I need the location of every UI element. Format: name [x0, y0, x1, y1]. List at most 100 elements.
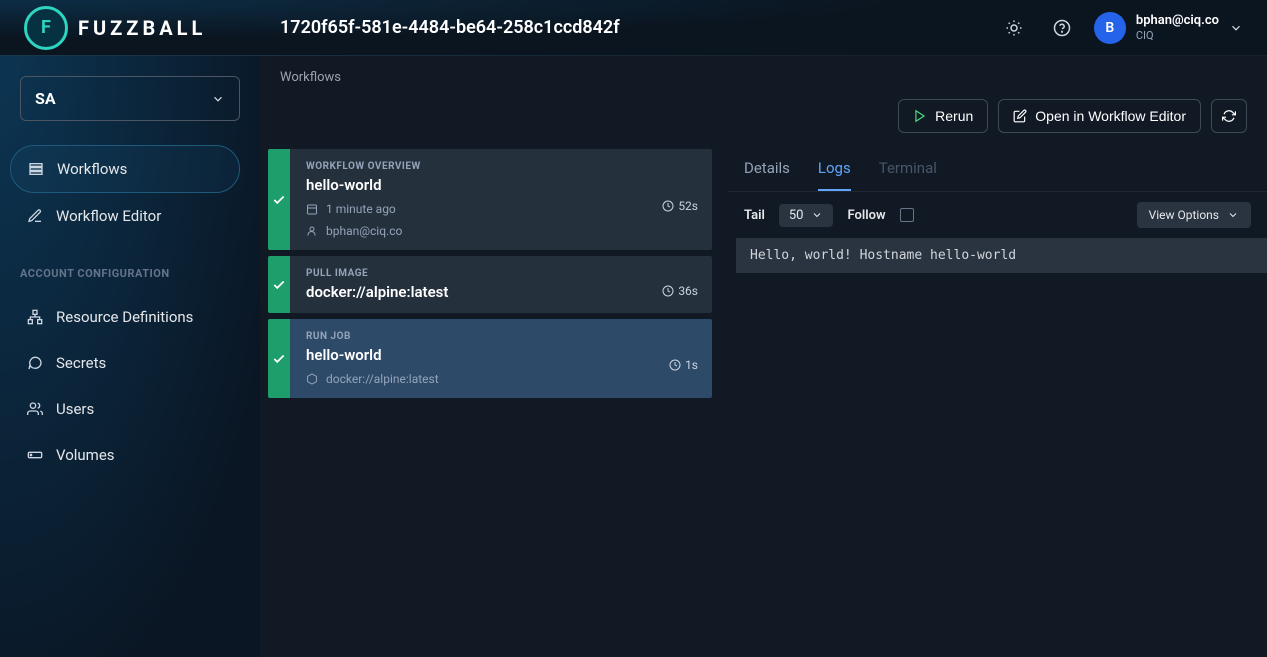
tail-value: 50: [789, 208, 804, 223]
help-button[interactable]: [1046, 12, 1078, 44]
list-icon: [27, 160, 45, 178]
sidebar-item-volumes[interactable]: Volumes: [10, 432, 240, 478]
refresh-icon: [1222, 109, 1236, 123]
step-kicker: RUN JOB: [306, 331, 653, 342]
button-label: Rerun: [935, 108, 973, 124]
sidebar-item-workflow-editor[interactable]: Workflow Editor: [10, 193, 240, 239]
drive-icon: [26, 446, 44, 464]
step-status-success: [268, 149, 290, 250]
rerun-button[interactable]: Rerun: [898, 99, 988, 133]
view-options-button[interactable]: View Options: [1137, 202, 1251, 228]
breadcrumb-item: Workflows: [280, 70, 341, 85]
tab-logs[interactable]: Logs: [818, 159, 851, 191]
sidebar-item-label: Volumes: [56, 446, 115, 464]
clock-icon: [662, 200, 674, 212]
avatar: B: [1094, 12, 1126, 44]
theme-toggle[interactable]: [998, 12, 1030, 44]
log-output: Hello, world! Hostname hello-world: [736, 238, 1267, 273]
tail-label: Tail: [744, 208, 765, 223]
tail-select[interactable]: 50: [779, 204, 834, 227]
sidebar-item-label: Workflows: [57, 160, 127, 178]
step-status-success: [268, 256, 290, 313]
step-meta-image: docker://alpine:latest: [306, 372, 653, 386]
log-toolbar: Tail 50 Follow View Options: [728, 192, 1267, 238]
tab-terminal[interactable]: Terminal: [879, 159, 937, 191]
step-kicker: WORKFLOW OVERVIEW: [306, 161, 646, 172]
step-duration: 1s: [669, 319, 712, 398]
step-meta-value: 1 minute ago: [326, 202, 396, 216]
sidebar-item-label: Users: [56, 400, 94, 418]
sidebar-item-users[interactable]: Users: [10, 386, 240, 432]
sitemap-icon: [26, 308, 44, 326]
step-duration-value: 36s: [678, 284, 698, 298]
logo-letter: F: [41, 17, 51, 38]
app-header: F FUZZBALL 1720f65f-581e-4484-be64-258c1…: [0, 0, 1267, 56]
view-options-label: View Options: [1149, 208, 1219, 222]
tab-details[interactable]: Details: [744, 159, 790, 191]
org-selector-label: SA: [35, 89, 56, 108]
user-org: CIQ: [1136, 29, 1219, 42]
logo-badge: F: [24, 6, 68, 50]
app-body: SA Workflows Workflow Editor ACCOUNT CON…: [0, 56, 1267, 657]
pencil-square-icon: [1013, 109, 1027, 123]
detail-tabs: Details Logs Terminal: [728, 149, 1267, 192]
page-actions: Rerun Open in Workflow Editor: [260, 91, 1267, 149]
chevron-down-icon: [1229, 21, 1243, 35]
follow-checkbox[interactable]: [900, 208, 914, 222]
step-duration: 36s: [662, 256, 712, 313]
step-workflow-overview[interactable]: WORKFLOW OVERVIEW hello-world 1 minute a…: [268, 149, 712, 250]
check-icon: [272, 193, 286, 207]
sidebar-item-label: Workflow Editor: [56, 207, 161, 225]
step-run-job[interactable]: RUN JOB hello-world docker://alpine:late…: [268, 319, 712, 398]
step-pull-image[interactable]: PULL IMAGE docker://alpine:latest 36s: [268, 256, 712, 313]
org-selector[interactable]: SA: [20, 76, 240, 121]
sidebar-item-resource-definitions[interactable]: Resource Definitions: [10, 294, 240, 340]
step-status-success: [268, 319, 290, 398]
chevron-down-icon: [1227, 209, 1239, 221]
step-title: hello-world: [306, 176, 646, 194]
logs-column: Details Logs Terminal Tail 50 Follow Vie…: [728, 149, 1267, 657]
page-title: 1720f65f-581e-4484-be64-258c1ccd842f: [280, 17, 620, 38]
step-meta-value: bphan@ciq.co: [326, 224, 402, 238]
step-body: RUN JOB hello-world docker://alpine:late…: [290, 319, 669, 398]
user-menu[interactable]: B bphan@ciq.co CIQ: [1094, 12, 1243, 44]
refresh-button[interactable]: [1211, 99, 1247, 133]
sidebar-item-label: Secrets: [56, 354, 106, 372]
sidebar-section-label: ACCOUNT CONFIGURATION: [20, 267, 240, 280]
clock-icon: [662, 285, 674, 297]
sidebar-item-secrets[interactable]: Secrets: [10, 340, 240, 386]
user-email: bphan@ciq.co: [1136, 13, 1219, 29]
open-in-editor-button[interactable]: Open in Workflow Editor: [998, 99, 1201, 133]
sidebar-item-label: Resource Definitions: [56, 308, 193, 326]
pencil-icon: [26, 207, 44, 225]
logo[interactable]: F FUZZBALL: [0, 6, 260, 50]
check-icon: [272, 352, 286, 366]
main-content: Workflows Rerun Open in Workflow Editor: [260, 56, 1267, 657]
content-split: WORKFLOW OVERVIEW hello-world 1 minute a…: [260, 149, 1267, 657]
play-icon: [913, 109, 927, 123]
step-kicker: PULL IMAGE: [306, 268, 646, 279]
cube-icon: [306, 373, 318, 385]
sidebar-item-workflows[interactable]: Workflows: [10, 145, 240, 193]
step-duration-value: 52s: [678, 199, 698, 213]
step-meta-value: docker://alpine:latest: [326, 372, 439, 386]
step-meta-time: 1 minute ago: [306, 202, 646, 216]
step-title: hello-world: [306, 346, 653, 364]
breadcrumb[interactable]: Workflows: [260, 56, 1267, 91]
sidebar: SA Workflows Workflow Editor ACCOUNT CON…: [0, 56, 260, 657]
app-name: FUZZBALL: [78, 16, 206, 40]
avatar-initial: B: [1105, 20, 1114, 36]
chat-lock-icon: [26, 354, 44, 372]
chevron-down-icon: [211, 92, 225, 106]
button-label: Open in Workflow Editor: [1035, 108, 1186, 124]
step-duration-value: 1s: [685, 358, 698, 372]
check-icon: [272, 278, 286, 292]
sun-icon: [1005, 19, 1023, 37]
calendar-icon: [306, 203, 318, 215]
step-body: PULL IMAGE docker://alpine:latest: [290, 256, 662, 313]
clock-icon: [669, 359, 681, 371]
help-icon: [1053, 19, 1071, 37]
chevron-down-icon: [811, 209, 823, 221]
follow-label: Follow: [847, 208, 885, 223]
steps-column: WORKFLOW OVERVIEW hello-world 1 minute a…: [268, 149, 712, 657]
